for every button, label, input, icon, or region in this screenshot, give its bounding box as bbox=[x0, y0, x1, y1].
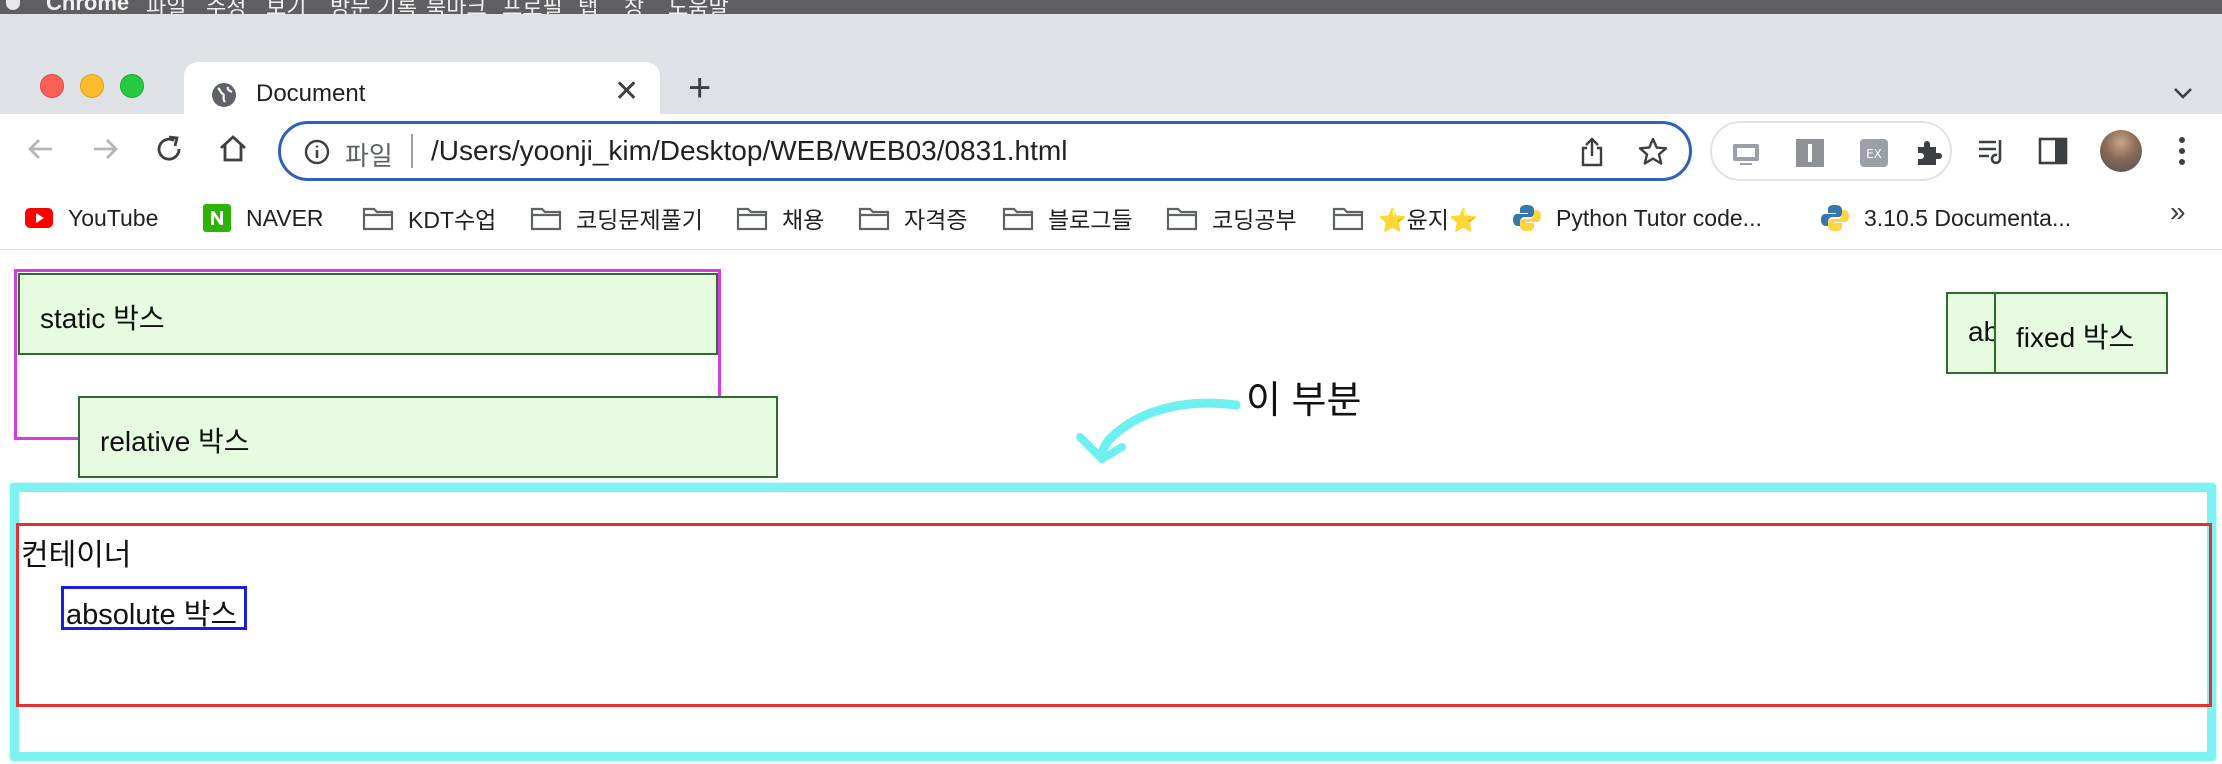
menu-item-history[interactable]: 방문 기록 bbox=[330, 0, 417, 14]
extension-monitor-icon[interactable] bbox=[1730, 137, 1762, 169]
folder-icon bbox=[736, 207, 768, 231]
folder-icon bbox=[858, 207, 890, 231]
menu-item-profile[interactable]: 프로필 bbox=[502, 0, 563, 14]
svg-text:EX: EX bbox=[1866, 147, 1882, 161]
apple-icon[interactable] bbox=[6, 0, 20, 10]
bookmark-folder-blogs[interactable]: 블로그들 bbox=[1002, 198, 1133, 238]
python-icon bbox=[1821, 205, 1849, 231]
bookmark-label: 자격증 bbox=[904, 207, 968, 233]
bookmark-naver[interactable]: NAVER bbox=[202, 198, 324, 238]
omnibox-divider bbox=[411, 134, 413, 168]
menu-app-name[interactable]: Chrome bbox=[46, 0, 129, 14]
static-box-label: static 박스 bbox=[40, 303, 165, 334]
bookmark-label: NAVER bbox=[246, 204, 324, 231]
window-zoom-button[interactable] bbox=[120, 74, 144, 98]
share-icon[interactable] bbox=[1577, 136, 1607, 168]
bookmark-label: 채용 bbox=[782, 207, 825, 233]
bookmark-python-docs[interactable]: 3.10.5 Documenta... bbox=[1820, 198, 2071, 238]
window-minimize-button[interactable] bbox=[80, 74, 104, 98]
folder-icon bbox=[362, 207, 394, 231]
static-box: static 박스 bbox=[18, 273, 718, 355]
tab-search-chevron-icon[interactable] bbox=[2170, 80, 2196, 106]
tab-close-icon[interactable]: ✕ bbox=[614, 74, 639, 109]
address-bar[interactable]: 파일 /Users/yoonji_kim/Desktop/WEB/WEB03/0… bbox=[278, 121, 1692, 181]
bookmark-label: Python Tutor code... bbox=[1556, 204, 1762, 231]
url-text[interactable]: /Users/yoonji_kim/Desktop/WEB/WEB03/0831… bbox=[431, 135, 1067, 167]
menu-item-view[interactable]: 보기 bbox=[266, 0, 306, 14]
bookmark-label: 블로그들 bbox=[1048, 207, 1133, 233]
scheme-label: 파일 bbox=[345, 141, 393, 171]
extension-bar-icon[interactable] bbox=[1794, 137, 1826, 169]
absolute-box-label: absolute 박스 bbox=[66, 599, 238, 631]
bookmark-folder-coding-problems[interactable]: 코딩문제풀기 bbox=[530, 198, 703, 238]
python-icon bbox=[1513, 205, 1541, 231]
bookmark-label: 코딩문제풀기 bbox=[576, 207, 703, 233]
fixed-box: fixed 박스 bbox=[1994, 292, 2168, 374]
fixed-box-label: fixed 박스 bbox=[2016, 322, 2135, 353]
youtube-icon bbox=[25, 208, 53, 228]
relative-box: relative 박스 bbox=[78, 396, 778, 478]
menu-item-window[interactable]: 창 bbox=[624, 0, 644, 14]
folder-icon bbox=[1166, 207, 1198, 231]
bookmark-label: KDT수업 bbox=[408, 207, 497, 233]
extensions-group: EX bbox=[1710, 121, 1952, 181]
extensions-puzzle-icon[interactable] bbox=[1912, 137, 1944, 169]
extension-ex-icon[interactable]: EX bbox=[1858, 137, 1890, 169]
annotation-text: 이 부분 bbox=[1246, 380, 1362, 422]
info-icon[interactable] bbox=[303, 138, 331, 166]
reading-list-icon[interactable] bbox=[1976, 134, 2010, 168]
home-icon[interactable] bbox=[216, 132, 250, 166]
bookmark-label: 3.10.5 Documenta... bbox=[1864, 204, 2072, 231]
bookmark-label: YouTube bbox=[68, 204, 159, 231]
naver-icon bbox=[203, 204, 231, 232]
menu-item-bookmarks[interactable]: 북마크 bbox=[426, 0, 487, 14]
tab-strip: Document ✕ + bbox=[0, 14, 2222, 128]
bookmark-folder-kdt[interactable]: KDT수업 bbox=[362, 198, 496, 238]
bookmark-folder-certificates[interactable]: 자격증 bbox=[858, 198, 967, 238]
bookmark-folder-coding-study[interactable]: 코딩공부 bbox=[1166, 198, 1297, 238]
container-box: 컨테이너 absolute 박스 bbox=[16, 523, 2212, 707]
bookmarks-bar: YouTube NAVER KDT수업 코딩문제풀기 채용 자격증 블로그들 코… bbox=[0, 188, 2222, 250]
bookmark-label: 코딩공부 bbox=[1212, 207, 1297, 233]
browser-toolbar: 파일 /Users/yoonji_kim/Desktop/WEB/WEB03/0… bbox=[0, 114, 2222, 188]
bookmark-label: ⭐윤지⭐ bbox=[1378, 207, 1478, 233]
folder-icon bbox=[530, 207, 562, 231]
absolute-box: absolute 박스 bbox=[61, 586, 247, 631]
back-icon[interactable] bbox=[24, 132, 58, 166]
folder-icon bbox=[1002, 207, 1034, 231]
folder-icon bbox=[1332, 207, 1364, 231]
menu-item-edit[interactable]: 수정 bbox=[206, 0, 246, 14]
menu-item-file[interactable]: 파일 bbox=[146, 0, 186, 14]
bookmark-youtube[interactable]: YouTube bbox=[24, 198, 158, 238]
bookmark-python-tutor[interactable]: Python Tutor code... bbox=[1512, 198, 1762, 238]
reload-icon[interactable] bbox=[152, 132, 186, 166]
menu-item-tab[interactable]: 탭 bbox=[578, 0, 598, 14]
bookmark-star-icon[interactable] bbox=[1637, 136, 1669, 168]
relative-box-label: relative 박스 bbox=[100, 426, 250, 457]
tab-title: Document bbox=[256, 80, 366, 107]
container-label: 컨테이너 bbox=[21, 539, 132, 572]
side-panel-icon[interactable] bbox=[2036, 134, 2070, 168]
macos-menubar: Chrome 파일 수정 보기 방문 기록 북마크 프로필 탭 창 도움말 bbox=[0, 0, 2222, 14]
page-viewport: static 박스 relative 박스 ab fixed 박스 이 부분 컨… bbox=[0, 251, 2222, 764]
window-close-button[interactable] bbox=[40, 74, 64, 98]
new-tab-button[interactable]: + bbox=[688, 66, 711, 111]
more-menu-icon[interactable] bbox=[2178, 134, 2186, 168]
bookmark-folder-yoonji[interactable]: ⭐윤지⭐ bbox=[1332, 198, 1478, 238]
profile-avatar[interactable] bbox=[2100, 130, 2142, 172]
globe-icon bbox=[212, 83, 236, 107]
bookmarks-overflow-icon[interactable]: » bbox=[2170, 196, 2186, 228]
forward-icon[interactable] bbox=[88, 132, 122, 166]
annotation-arrow-icon bbox=[1076, 398, 1241, 463]
menu-item-help[interactable]: 도움말 bbox=[668, 0, 729, 14]
bookmark-folder-jobs[interactable]: 채용 bbox=[736, 198, 824, 238]
